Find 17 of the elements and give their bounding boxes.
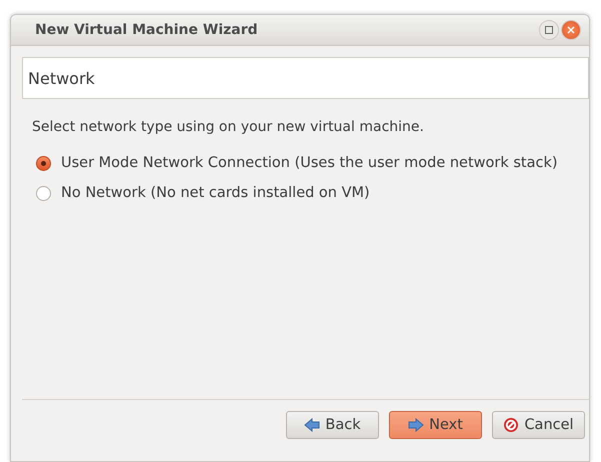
maximize-button[interactable] <box>539 20 559 40</box>
next-button[interactable]: Next <box>389 411 482 439</box>
window-title: New Virtual Machine Wizard <box>35 22 258 38</box>
cancel-button[interactable]: Cancel <box>492 411 585 439</box>
option-label[interactable]: User Mode Network Connection (Uses the user mode network stack) <box>61 155 558 171</box>
close-button[interactable] <box>561 20 581 40</box>
square-icon <box>545 26 553 34</box>
close-icon <box>567 26 575 34</box>
cancel-icon <box>503 417 520 433</box>
prompt-text: Select network type using on your new virtual machine. <box>32 119 425 135</box>
radio-button[interactable] <box>36 186 51 200</box>
page-header: Network <box>22 57 589 99</box>
back-button[interactable]: Back <box>286 411 379 439</box>
radio-button[interactable] <box>36 156 51 170</box>
right-arrow-icon <box>408 418 424 432</box>
left-arrow-icon <box>304 418 320 432</box>
option-label[interactable]: No Network (No net cards installed on VM) <box>61 185 370 201</box>
